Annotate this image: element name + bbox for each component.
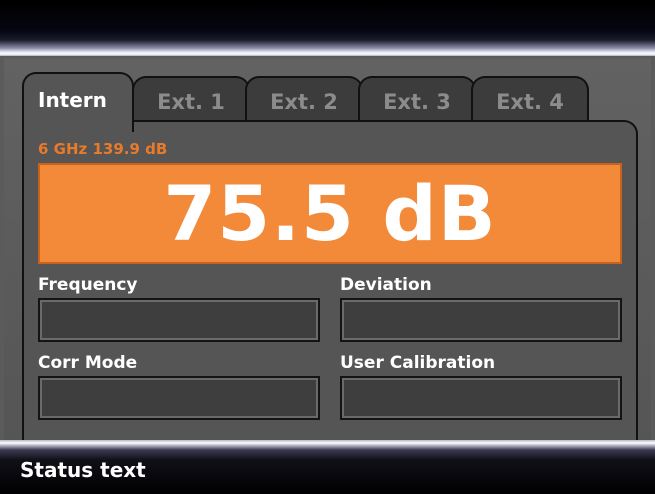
user-calibration-label: User Calibration — [340, 353, 496, 373]
corr-mode-label: Corr Mode — [38, 353, 138, 373]
tab-label: Ext. 1 — [157, 90, 225, 114]
user-calibration-field[interactable] — [340, 376, 622, 420]
tab-label: Ext. 4 — [496, 90, 564, 114]
tab-label: Ext. 3 — [383, 90, 451, 114]
frequency-field[interactable] — [38, 298, 320, 342]
reference-value: 6 GHz 139.9 dB — [38, 140, 168, 158]
corr-mode-field[interactable] — [38, 376, 320, 420]
status-text: Status text — [20, 458, 146, 482]
tab-label: Intern — [38, 88, 107, 112]
frequency-label: Frequency — [38, 275, 138, 295]
deviation-label: Deviation — [340, 275, 432, 295]
main-readout: 75.5 dB — [38, 163, 622, 264]
active-tab-joint — [24, 126, 132, 134]
top-bar — [0, 0, 655, 56]
deviation-field[interactable] — [340, 298, 622, 342]
device-screen: Intern Ext. 1 Ext. 2 Ext. 3 Ext. 4 6 GHz… — [0, 0, 655, 494]
tab-intern[interactable]: Intern — [22, 72, 134, 132]
tab-label: Ext. 2 — [270, 90, 338, 114]
